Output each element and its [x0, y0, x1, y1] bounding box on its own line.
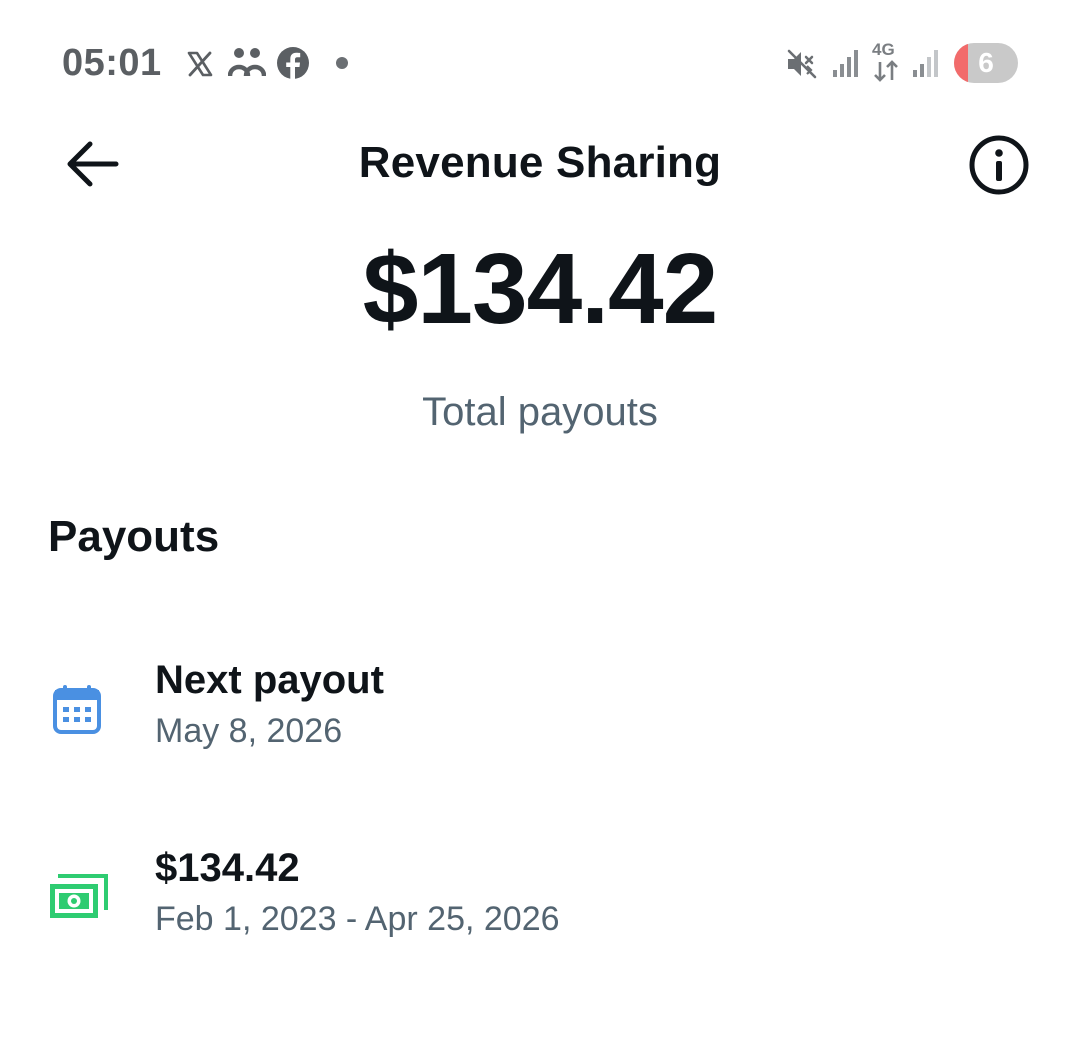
mute-icon [787, 49, 817, 79]
list-item-subtitle: May 8, 2026 [155, 712, 343, 750]
notification-count: 6 [978, 47, 994, 78]
network-type-label: 4G [872, 40, 895, 59]
facebook-icon [277, 47, 309, 79]
list-item-title: Next payout [155, 658, 384, 702]
page-title: Revenue Sharing [358, 138, 722, 187]
x-app-icon [187, 51, 213, 77]
list-item-subtitle: Feb 1, 2023 - Apr 25, 2026 [155, 900, 560, 938]
list-item-next-payout[interactable]: Next payout May 8, 2026 [0, 650, 1080, 770]
list-item-title: $134.42 [155, 846, 300, 890]
section-title: Payouts [48, 512, 220, 561]
total-payout-label: Total payouts [422, 390, 658, 434]
community-icon [228, 48, 266, 77]
revenue-sharing-screen: 05:01 4G 6 Revenue Sharing $134.42 Total… [0, 0, 1080, 1059]
info-circle-icon[interactable] [968, 134, 1030, 196]
notification-dot-icon [336, 57, 348, 69]
signal-icon [833, 50, 858, 77]
list-item-payout-period[interactable]: $134.42 Feb 1, 2023 - Apr 25, 2026 [0, 840, 1080, 960]
signal-icon [913, 50, 938, 77]
status-bar: 05:01 4G 6 [0, 0, 1080, 130]
total-payout-amount: $134.42 [362, 233, 718, 345]
battery-indicator: 6 [954, 43, 1018, 83]
data-arrows-icon [874, 60, 898, 82]
calendar-icon [53, 685, 101, 734]
money-bill-icon [50, 874, 108, 918]
status-time: 05:01 [62, 42, 162, 84]
